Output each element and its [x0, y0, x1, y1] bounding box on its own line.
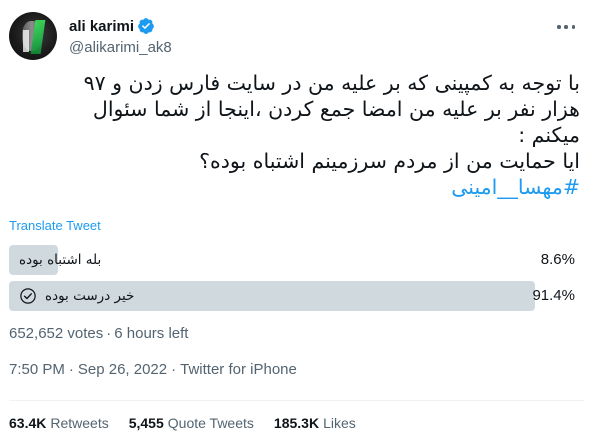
poll-option-percent: 8.6% — [540, 251, 575, 268]
retweets-stat[interactable]: 63.4K Retweets — [9, 415, 109, 431]
tweet-stats: 63.4K Retweets 5,455 Quote Tweets 185.3K Li… — [9, 415, 376, 431]
retweets-count: 63.4K — [9, 415, 47, 431]
tweet-text-line: با توجه به کمپینی که بر علیه من در سایت … — [83, 71, 580, 95]
author-handle[interactable]: @alikarimi_ak8 — [69, 39, 172, 56]
poll-option-label-row: بله اشتباه بوده — [19, 245, 101, 275]
tweet-text-line: ایا حمایت من از مردم سرزمینم اشتباه بوده… — [199, 149, 580, 173]
tweet-date[interactable]: Sep 26, 2022 — [78, 361, 167, 378]
poll-option-label: خیر درست بوده — [45, 288, 135, 304]
translate-tweet-link[interactable]: Translate Tweet — [9, 218, 101, 233]
likes-stat[interactable]: 185.3K Likes — [274, 415, 356, 431]
author-name-row[interactable]: ali karimi — [69, 16, 155, 36]
more-options-icon[interactable] — [554, 18, 578, 36]
author-name[interactable]: ali karimi — [69, 18, 134, 35]
tweet-text: با توجه به کمپینی که بر علیه من در سایت … — [8, 70, 580, 200]
quote-tweets-stat[interactable]: 5,455 Quote Tweets — [129, 415, 254, 431]
tweet-text-line: میکنم : — [518, 123, 580, 147]
tweet-meta: 7:50 PM · Sep 26, 2022 · Twitter for iPhone — [9, 361, 297, 378]
check-circle-icon — [20, 288, 36, 304]
tweet-source[interactable]: Twitter for iPhone — [180, 361, 297, 378]
retweets-label: Retweets — [50, 415, 109, 431]
likes-count: 185.3K — [273, 415, 320, 431]
poll-vote-count: 652,652 votes — [9, 325, 104, 342]
quote-tweets-label: Quote Tweets — [167, 415, 254, 431]
poll-option-percent: 91.4% — [532, 287, 575, 304]
poll-option-label: بله اشتباه بوده — [19, 252, 102, 268]
likes-label: Likes — [323, 415, 356, 431]
poll-option: بله اشتباه بوده 8.6% — [9, 245, 584, 275]
poll-option: خیر درست بوده 91.4% — [9, 281, 584, 311]
poll-time-left: 6 hours left — [114, 325, 189, 342]
poll-summary: 652,652 votes · 6 hours left — [9, 325, 189, 342]
divider — [9, 400, 584, 401]
tweet-text-line: هزار نفر بر علیه من امضا جمع کردن ،اینجا… — [92, 97, 580, 121]
verified-badge-icon — [138, 18, 154, 34]
hashtag-link[interactable]: #مهسا__امینی — [8, 174, 580, 200]
tweet-time[interactable]: 7:50 PM — [9, 361, 65, 378]
poll-option-label-row: خیر درست بوده — [19, 281, 134, 311]
avatar[interactable] — [9, 12, 57, 60]
quote-tweets-count: 5,455 — [128, 415, 164, 431]
tweet-header: ali karimi @alikarimi_ak8 — [9, 8, 584, 60]
